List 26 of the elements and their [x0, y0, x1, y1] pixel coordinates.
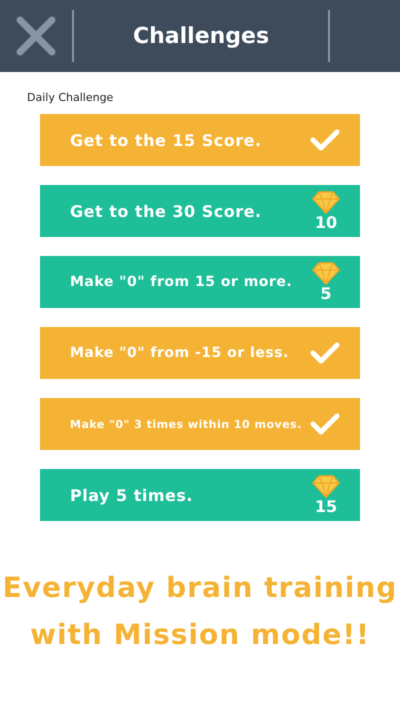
challenge-text: Get to the 15 Score. — [70, 130, 262, 150]
challenge-card[interactable]: Make "0" from 15 or more. 5 — [40, 256, 360, 308]
check-icon — [310, 128, 340, 152]
challenge-text: Make "0" from 15 or more. — [70, 274, 292, 290]
screen-title: Challenges — [132, 24, 270, 48]
challenge-text: Play 5 times. — [70, 486, 193, 504]
challenge-text: Make "0" 3 times within 10 moves. — [70, 418, 302, 430]
gem-icon — [312, 474, 340, 498]
challenge-card[interactable]: Make "0" from -15 or less. — [40, 327, 360, 379]
section-label: Daily Challenge — [27, 91, 114, 104]
gem-icon — [312, 261, 340, 285]
challenge-text: Get to the 30 Score. — [70, 202, 262, 220]
challenge-text: Make "0" from -15 or less. — [70, 345, 289, 361]
reward-count: 15 — [314, 498, 338, 516]
check-icon — [310, 412, 340, 436]
reward-count: 10 — [314, 214, 338, 232]
promo-text: Everyday brain training — [2, 571, 398, 604]
gem-icon — [312, 190, 340, 214]
challenge-card[interactable]: Make "0" 3 times within 10 moves. — [40, 398, 360, 450]
check-icon — [310, 341, 340, 365]
close-icon[interactable] — [16, 16, 56, 56]
promo-text: with Mission mode!! — [30, 618, 370, 651]
challenge-card[interactable]: Play 5 times. 15 — [40, 469, 360, 521]
challenge-card[interactable]: Get to the 30 Score. 10 — [40, 185, 360, 237]
challenge-card[interactable]: Get to the 15 Score. — [40, 114, 360, 166]
reward-count: 5 — [320, 285, 332, 303]
